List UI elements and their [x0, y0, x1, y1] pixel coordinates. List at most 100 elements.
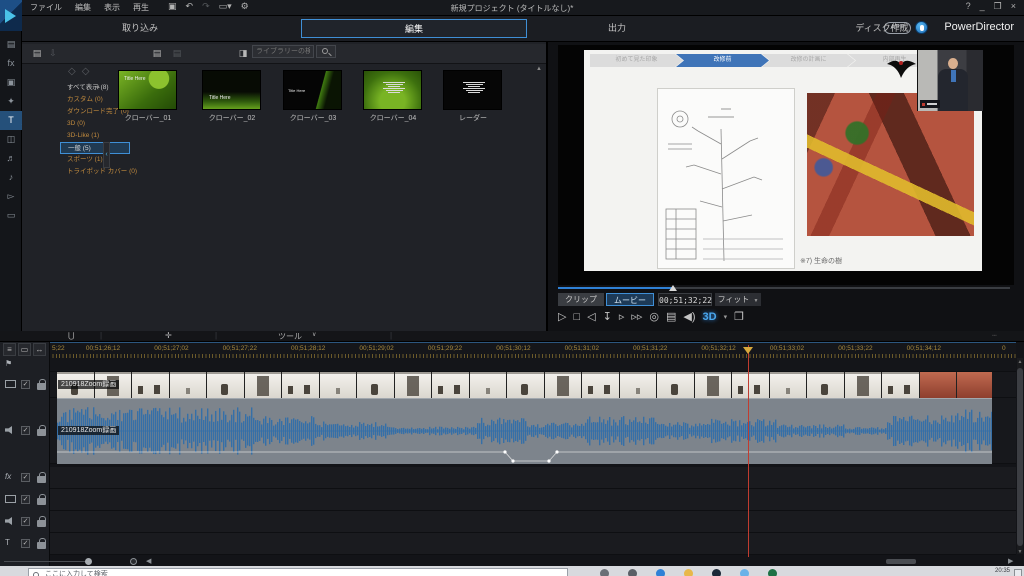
template-thumb-4[interactable] [363, 70, 422, 110]
playhead-line[interactable] [748, 345, 749, 557]
category-6[interactable]: 一般 (5) [60, 142, 130, 154]
audio-track-1-lock-icon[interactable] [37, 429, 46, 436]
chapter-room[interactable]: ▻ [0, 187, 22, 206]
edge-taskbar-icon[interactable] [656, 569, 665, 576]
excel-taskbar-icon[interactable] [768, 569, 777, 576]
3d-dropdown-button[interactable]: ▾ [724, 313, 728, 321]
search-taskbar-icon[interactable] [600, 569, 609, 576]
stop-button[interactable]: □ [573, 311, 580, 323]
close-button[interactable]: × [1011, 1, 1016, 12]
marker-flag-icon[interactable]: ⚑ [5, 359, 12, 368]
action-center-icon[interactable] [1014, 569, 1022, 576]
audio-track-2-lock-icon[interactable] [37, 520, 46, 527]
tab-2[interactable]: 編集 [301, 19, 527, 38]
title-track-1-lane[interactable] [50, 533, 1016, 555]
scroll-left-icon[interactable]: ◀ [146, 557, 151, 565]
timeline-ruler[interactable]: 5;2200;51;26;1200;51;27;0200;51;27;2200;… [50, 342, 1016, 358]
video-clip[interactable] [57, 372, 992, 398]
scroll-right-icon[interactable]: ▶ [1008, 557, 1013, 565]
pip-objects-room[interactable]: ▣ [0, 73, 22, 92]
scroll-down-icon[interactable]: ▼ [1017, 549, 1023, 555]
step-capture-button[interactable]: ↧ [603, 310, 612, 323]
next-frame-button[interactable]: ▹ [619, 310, 625, 323]
template-thumb-1[interactable]: Title Here [118, 70, 177, 110]
media-room[interactable]: ▤ [0, 35, 22, 54]
scroll-up-icon[interactable]: ▲ [1017, 359, 1023, 365]
fit-timeline-icon[interactable]: ↔ [33, 343, 46, 356]
category-7[interactable]: スポーツ (1) [60, 154, 130, 166]
title-track-1-enable-checkbox[interactable]: ✓ [21, 539, 30, 548]
audio-track-2-lane[interactable] [50, 511, 1016, 533]
category-8[interactable]: トライポッド カバー (0) [60, 166, 130, 178]
marker-track-lane[interactable] [50, 358, 1016, 372]
fx-track-lane[interactable] [50, 467, 1016, 489]
restore-button[interactable]: ❐ [994, 1, 1002, 12]
particle-room[interactable]: ✦ [0, 92, 22, 111]
new-title-icon[interactable]: ▤ [150, 47, 164, 60]
clip-mode-button[interactable]: クリップ [558, 293, 604, 306]
fast-forward-button[interactable]: ▹▹ [631, 310, 642, 323]
library-search-button[interactable] [316, 45, 336, 58]
tools-chevron-icon[interactable]: ∨ [312, 331, 316, 338]
vertical-scrollbar-thumb[interactable] [1017, 368, 1023, 546]
tab-3[interactable]: 出力 [572, 19, 662, 38]
tools-dropdown[interactable]: ツール [278, 331, 302, 342]
category-scroll-up-icon[interactable]: ▲ [95, 84, 101, 90]
volume-keyframe-line[interactable] [57, 398, 992, 464]
video-track-2-lane[interactable] [50, 489, 1016, 511]
tab-1[interactable]: 取り込み [95, 19, 185, 38]
move-tool-icon[interactable]: ✛ [165, 331, 172, 340]
video-track-2-enable-checkbox[interactable]: ✓ [21, 495, 30, 504]
display-mode-icon[interactable]: ◨ [236, 47, 250, 60]
library-search-input[interactable] [252, 45, 314, 58]
template-thumb-2[interactable]: Title Here [202, 70, 261, 110]
previous-frame-button[interactable]: ◁ [587, 310, 595, 323]
zoom-slider-knob[interactable] [85, 558, 92, 565]
audio-track-1-enable-checkbox[interactable]: ✓ [21, 426, 30, 435]
horizontal-scrollbar-thumb[interactable] [886, 559, 916, 564]
minimize-button[interactable]: _ [980, 1, 985, 12]
preview-quality-button[interactable]: ▤ [666, 310, 676, 323]
transition-room[interactable]: ◫ [0, 130, 22, 149]
task-view-taskbar-icon[interactable] [628, 569, 637, 576]
seek-bar-thumb[interactable] [669, 285, 677, 291]
taskbar-search-box[interactable]: ここに入力して検索 [28, 568, 568, 576]
video-track-1-enable-checkbox[interactable]: ✓ [21, 380, 30, 389]
fx-track-enable-checkbox[interactable]: ✓ [21, 473, 30, 482]
fx-track-lock-icon[interactable] [37, 476, 46, 483]
subtitle-room[interactable]: ▭ [0, 206, 22, 225]
onedrive-taskbar-icon[interactable] [740, 569, 749, 576]
timeline-zoom-slider[interactable] [4, 561, 88, 562]
help-button[interactable]: ? [966, 1, 971, 12]
system-tray-clock[interactable]: 20:35 [995, 568, 1010, 574]
playhead-marker[interactable] [743, 347, 753, 354]
audio-mixing-room[interactable]: ♬ [0, 149, 22, 168]
audio-track-2-enable-checkbox[interactable]: ✓ [21, 517, 30, 526]
zoom-plus-button[interactable] [130, 558, 137, 565]
movie-mode-button[interactable]: ムービー [606, 293, 654, 306]
timecode-display[interactable]: 00;51;32;22 [658, 293, 712, 306]
zoom-fit-dropdown[interactable]: フィット [715, 293, 761, 306]
thumbnails-scroll-up-icon[interactable]: ▲ [536, 66, 542, 72]
video-track-2-lock-icon[interactable] [37, 498, 46, 505]
import-media-icon[interactable]: ▤ [30, 47, 44, 60]
effect-room[interactable]: fx [0, 54, 22, 73]
track-manager-icon[interactable]: ≡ [3, 343, 16, 356]
magnet-snap-icon[interactable]: ⋃ [68, 331, 75, 340]
volume-button[interactable]: ◀) [683, 310, 695, 323]
steam-taskbar-icon[interactable] [712, 569, 721, 576]
title-room[interactable]: T [0, 111, 22, 130]
template-thumb-3[interactable]: Title Here [283, 70, 342, 110]
snapshot-button[interactable]: ◎ [649, 310, 659, 323]
3d-mode-button[interactable]: 3D [703, 311, 717, 323]
voiceover-room[interactable]: ♪ [0, 168, 22, 187]
video-track-1-lock-icon[interactable] [37, 383, 46, 390]
collapse-panel-handle[interactable]: ‹ [103, 142, 110, 168]
preview-video-area[interactable]: 初めて見た印象改修前改修の計画に内部再生 [558, 45, 1014, 285]
category-5[interactable]: 3D-Like (1) [60, 130, 130, 142]
play-button[interactable]: ▷ [558, 310, 566, 323]
files-taskbar-icon[interactable] [684, 569, 693, 576]
range-select-icon[interactable]: ▭ [18, 343, 31, 356]
undock-button[interactable]: ❐ [734, 310, 744, 323]
title-track-1-lock-icon[interactable] [37, 542, 46, 549]
